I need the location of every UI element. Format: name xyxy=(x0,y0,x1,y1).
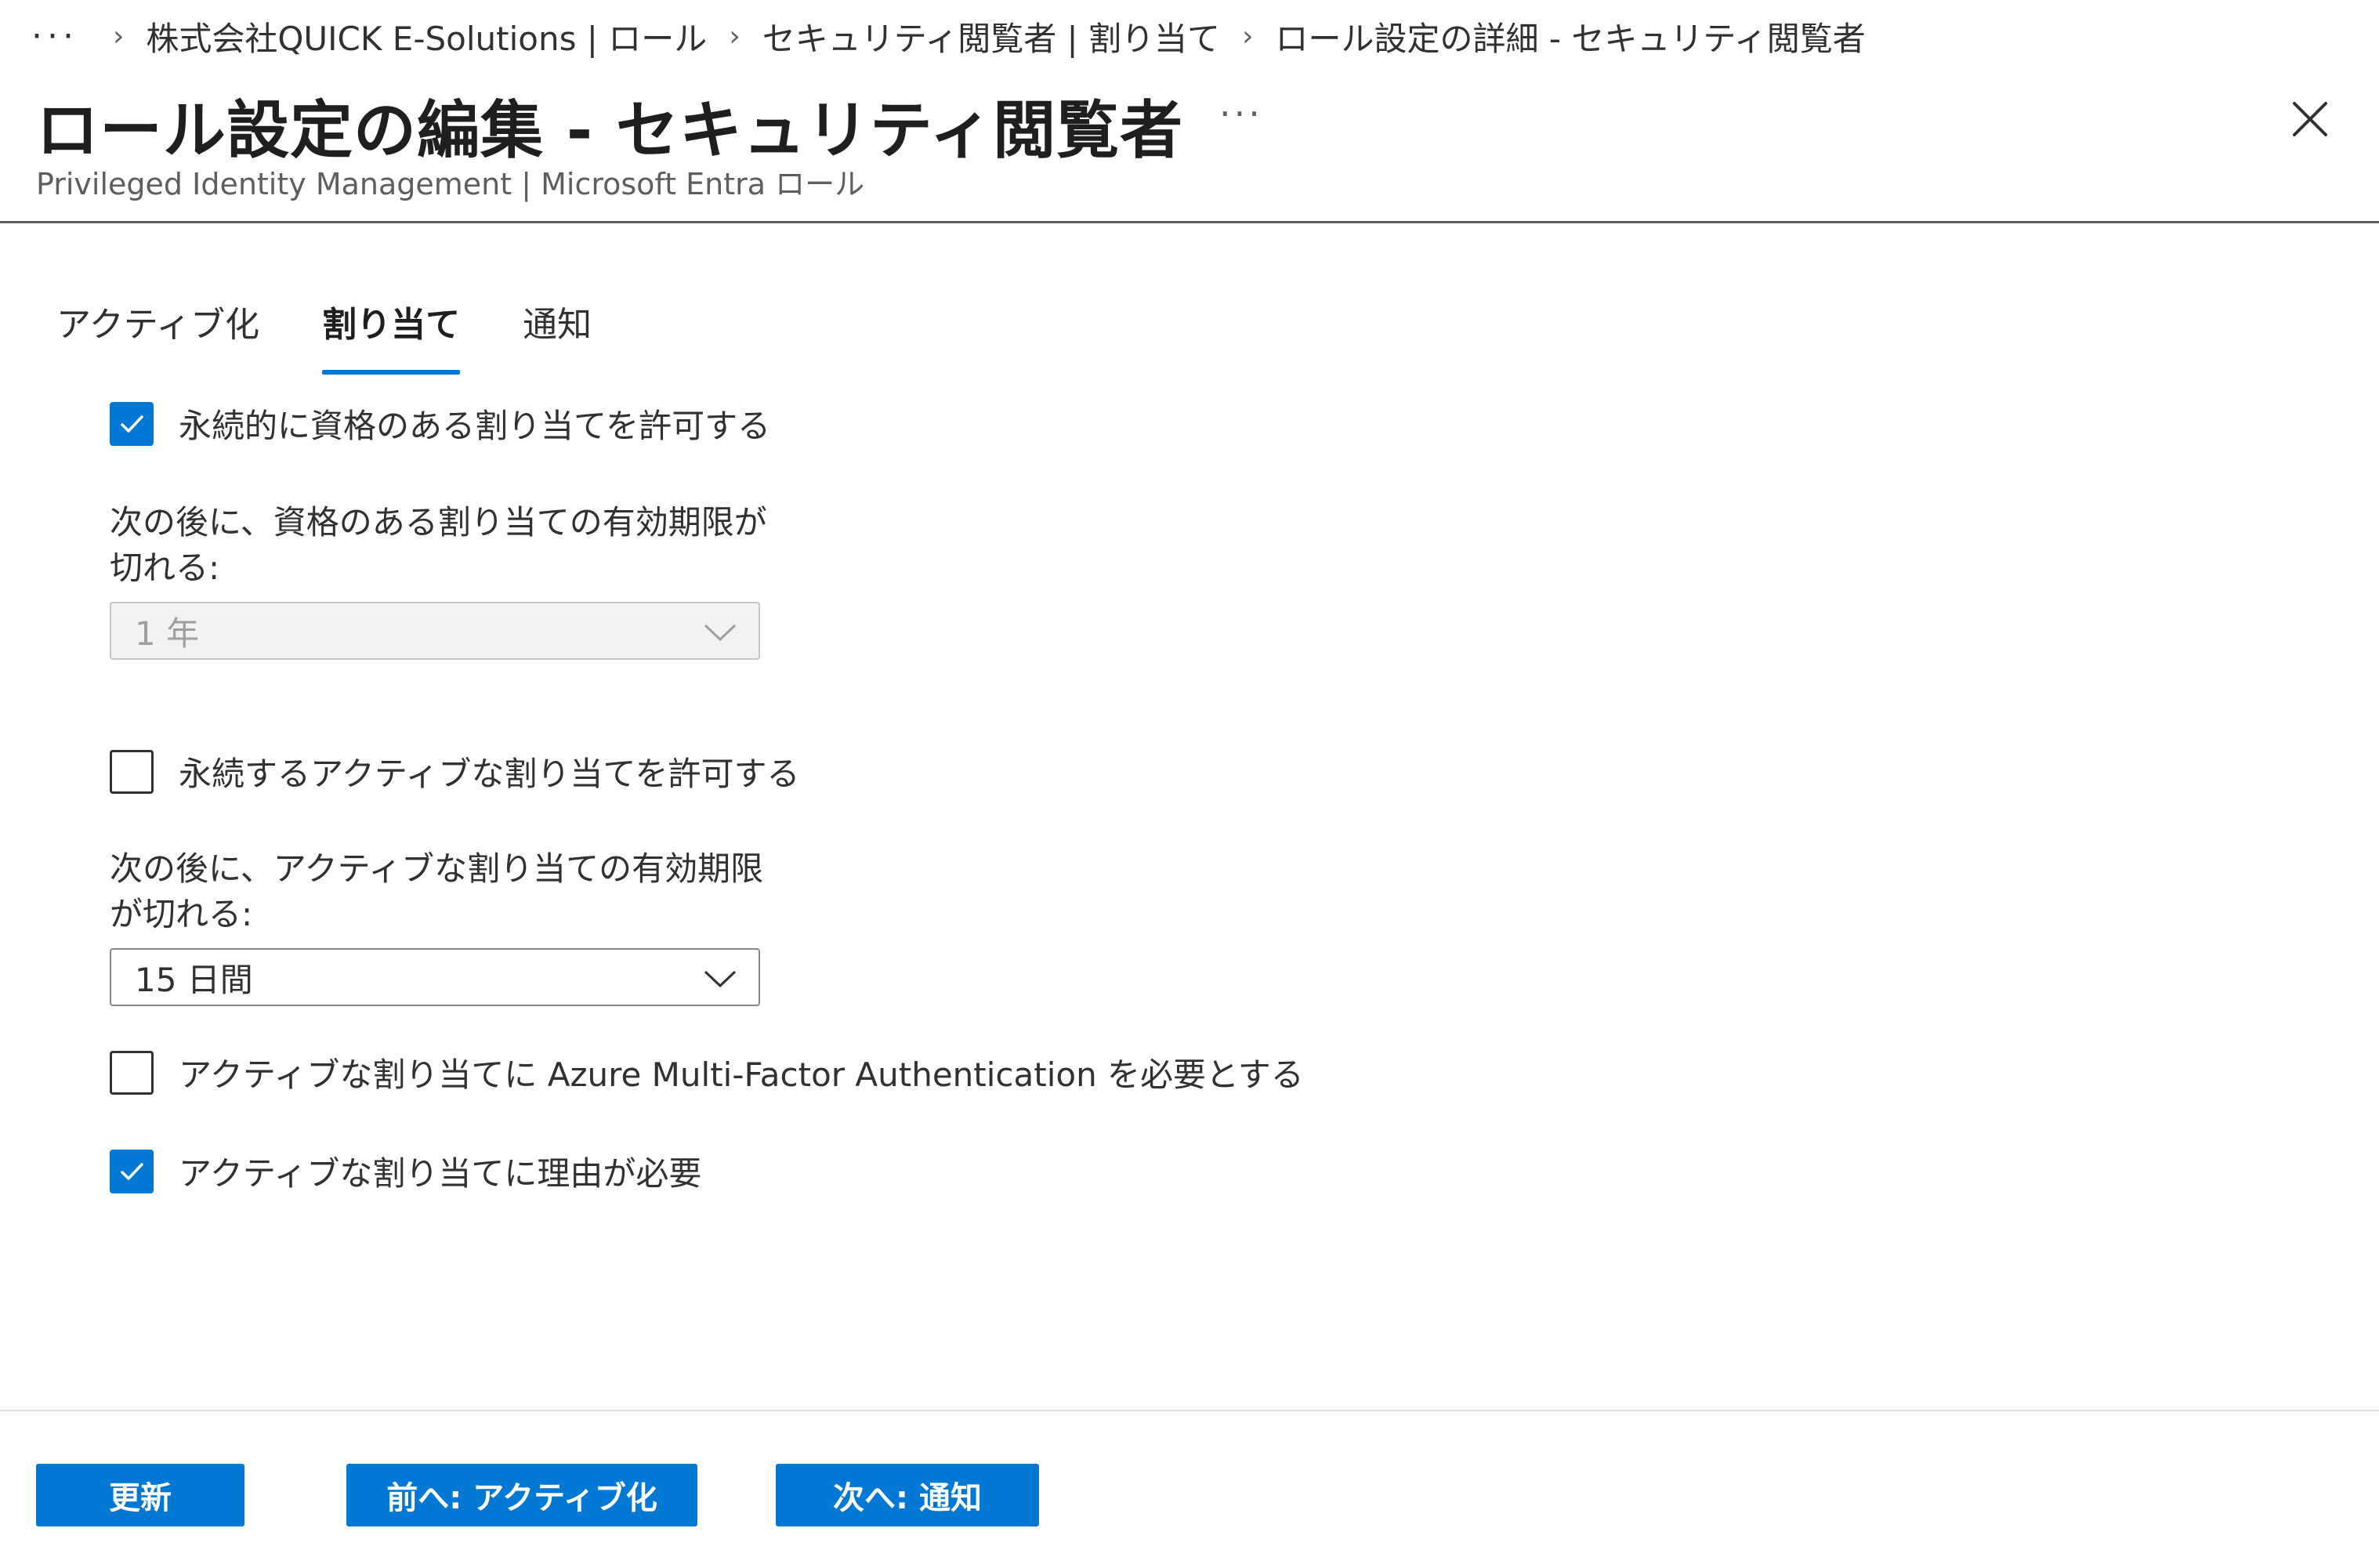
update-button[interactable]: 更新 xyxy=(36,1464,244,1526)
checkmark-icon xyxy=(121,1162,143,1180)
breadcrumb: ··· › 株式会社QUICK E-Solutions | ロール › セキュリ… xyxy=(31,5,1866,67)
chevron-down-icon xyxy=(704,970,737,988)
header-divider xyxy=(0,221,2379,223)
eligible-expire-value: 1 年 xyxy=(135,614,200,653)
tab-notification[interactable]: 通知 xyxy=(523,296,592,375)
permanent-eligible-option[interactable]: 永続的に資格のある割り当てを許可する xyxy=(110,400,770,447)
require-justification-checkbox[interactable] xyxy=(110,1149,154,1193)
close-button[interactable] xyxy=(2287,96,2334,143)
next-notification-button[interactable]: 次へ: 通知 xyxy=(776,1464,1039,1526)
breadcrumb-item-role-setting-details[interactable]: ロール設定の詳細 - セキュリティ閲覧者 xyxy=(1275,13,1865,60)
permanent-eligible-label: 永続的に資格のある割り当てを許可する xyxy=(179,407,771,445)
page-title: ロール設定の編集 - セキュリティ閲覧者 xyxy=(36,94,1184,167)
active-expire-value: 15 日間 xyxy=(135,960,253,999)
permanent-active-checkbox[interactable] xyxy=(110,749,154,794)
close-icon xyxy=(2293,102,2327,136)
breadcrumb-item-company-roles[interactable]: 株式会社QUICK E-Solutions | ロール xyxy=(146,13,707,60)
footer-divider xyxy=(0,1410,2379,1411)
tab-assignment[interactable]: 割り当て xyxy=(322,296,461,375)
tab-activation[interactable]: アクティブ化 xyxy=(56,296,259,375)
more-options-button[interactable]: ··· xyxy=(1219,92,1263,135)
eligible-expire-dropdown: 1 年 xyxy=(110,602,760,660)
active-expire-dropdown[interactable]: 15 日間 xyxy=(110,948,760,1006)
require-justification-option[interactable]: アクティブな割り当てに理由が必要 xyxy=(110,1147,701,1195)
require-mfa-checkbox[interactable] xyxy=(110,1050,154,1095)
tab-list: アクティブ化 割り当て 通知 xyxy=(56,296,654,375)
checkmark-icon xyxy=(121,415,143,433)
require-justification-label: アクティブな割り当てに理由が必要 xyxy=(179,1154,702,1193)
chevron-down-icon xyxy=(704,624,737,642)
role-settings-edit-page: ··· › 株式会社QUICK E-Solutions | ロール › セキュリ… xyxy=(0,0,2379,1568)
permanent-eligible-checkbox[interactable] xyxy=(110,401,154,446)
permanent-active-option[interactable]: 永続するアクティブな割り当てを許可する xyxy=(110,748,800,795)
require-mfa-label: アクティブな割り当てに Azure Multi-Factor Authentic… xyxy=(179,1056,1304,1094)
require-mfa-option[interactable]: アクティブな割り当てに Azure Multi-Factor Authentic… xyxy=(110,1048,1304,1096)
chevron-right-icon: › xyxy=(1242,20,1254,53)
permanent-active-label: 永続するアクティブな割り当てを許可する xyxy=(179,755,800,793)
page-subtitle: Privileged Identity Management | Microso… xyxy=(36,167,865,201)
previous-activation-button[interactable]: 前へ: アクティブ化 xyxy=(346,1464,697,1526)
eligible-expire-label: 次の後に、資格のある割り当ての有効期限が切れる: xyxy=(110,503,767,587)
chevron-right-icon: › xyxy=(729,20,740,53)
active-expire-label: 次の後に、アクティブな割り当ての有効期限が切れる: xyxy=(110,849,764,933)
breadcrumb-item-security-reader-assignments[interactable]: セキュリティ閲覧者 | 割り当て xyxy=(762,13,1220,60)
chevron-right-icon: › xyxy=(112,20,125,53)
breadcrumb-more-button[interactable]: ··· xyxy=(31,16,78,56)
